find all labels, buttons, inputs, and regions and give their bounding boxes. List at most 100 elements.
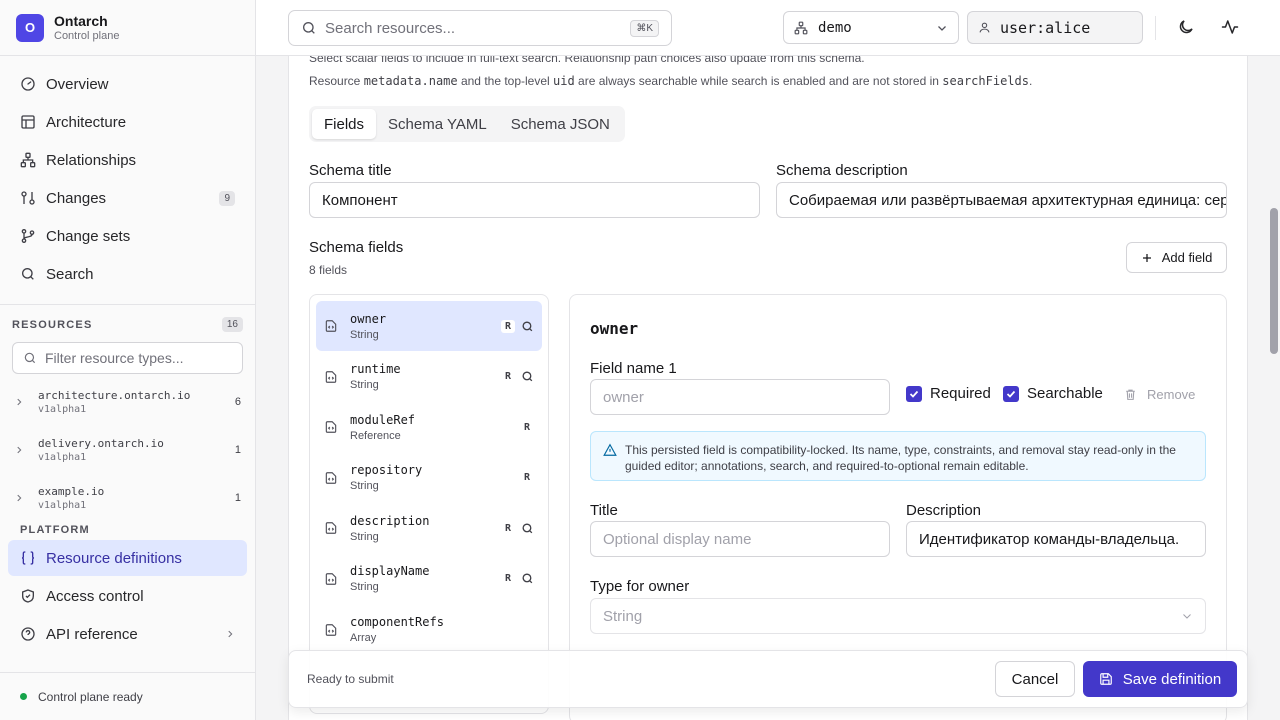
nav-item-relationships[interactable]: Relationships: [8, 142, 247, 178]
context-select[interactable]: demo: [783, 11, 959, 44]
search-icon: [303, 22, 315, 34]
type-label: Type for owner: [590, 578, 690, 595]
nav-item-access-control[interactable]: Access control: [8, 578, 247, 614]
context-value: demo: [818, 19, 852, 36]
search-hint-2: Resource metadata.name and the top-level…: [309, 74, 1032, 88]
tab-fields[interactable]: Fields: [312, 109, 377, 139]
searchable-checkbox[interactable]: Searchable: [1003, 385, 1103, 402]
resource-groups: architecture.ontarch.io v1alpha1 6 deliv…: [0, 378, 255, 522]
field-list-item[interactable]: componentRefs Array: [316, 605, 542, 655]
nav-label: Resource definitions: [46, 549, 182, 567]
nav-item-resource-definitions[interactable]: Resource definitions: [8, 540, 247, 576]
type-select[interactable]: String: [590, 598, 1206, 634]
searchable-label: Searchable: [1027, 385, 1103, 402]
nav-label: Architecture: [46, 113, 127, 131]
brand-subtitle: Control plane: [54, 30, 120, 42]
field-list-item[interactable]: owner String R: [316, 301, 542, 351]
resource-filter-input[interactable]: Filter resource types...: [12, 342, 243, 374]
required-flag: R: [504, 371, 511, 383]
cancel-button[interactable]: Cancel: [995, 661, 1075, 697]
resources-header: RESOURCES 16: [0, 317, 255, 332]
chevron-down-icon: [1183, 614, 1191, 619]
divider: [1155, 16, 1156, 40]
field-type: String: [350, 581, 379, 594]
schema-fields-label: Schema fields: [309, 239, 404, 256]
schema-description-input[interactable]: Собираемая или развёртываемая архитектур…: [776, 182, 1227, 218]
required-flag: R: [523, 421, 530, 433]
group-name: example.io: [38, 485, 105, 498]
nav-label: Access control: [46, 587, 144, 605]
field-list-item[interactable]: runtime String R: [316, 352, 542, 402]
search-placeholder: Search resources...: [325, 19, 456, 37]
file-code-icon: [325, 370, 337, 383]
required-flag: R: [504, 573, 511, 585]
file-code-icon: [325, 623, 337, 636]
tab-schema-yaml[interactable]: Schema YAML: [376, 109, 499, 139]
chevron-down-icon: [938, 25, 946, 31]
search-icon: [522, 320, 533, 331]
sidebar: O Ontarch Control plane Overview Archite…: [0, 0, 256, 720]
title-input[interactable]: Optional display name: [590, 521, 890, 557]
field-type: String: [350, 480, 379, 493]
nav-label: Relationships: [46, 151, 137, 169]
compatibility-notice: This persisted field is compatibility-lo…: [590, 431, 1206, 481]
submit-bar: Ready to submit Cancel Save definition: [288, 650, 1248, 708]
brand[interactable]: O Ontarch Control plane: [0, 0, 255, 56]
resource-group[interactable]: example.io v1alpha1 1: [0, 474, 255, 522]
field-list-item[interactable]: description String R: [316, 503, 542, 553]
page-scrollbar[interactable]: [1270, 208, 1278, 354]
moon-icon[interactable]: [1177, 18, 1195, 36]
field-name-input[interactable]: owner: [590, 379, 890, 415]
field-type: Array: [350, 632, 377, 645]
remove-field-button[interactable]: Remove: [1124, 387, 1195, 402]
nav-item-search[interactable]: Search: [8, 256, 247, 292]
required-checkbox[interactable]: Required: [906, 385, 991, 402]
check-icon: [1006, 390, 1016, 398]
title-label: Title: [590, 502, 618, 519]
schema-description-label: Schema description: [776, 162, 908, 179]
group-version: v1alpha1: [38, 404, 87, 415]
field-type: Reference: [350, 429, 401, 442]
search-hint-1: Select scalar fields to include in full-…: [309, 56, 865, 65]
global-search-input[interactable]: Search resources... ⌘K: [288, 10, 672, 46]
nav-item-changes[interactable]: Changes 9: [8, 180, 247, 216]
activity-icon[interactable]: [1221, 18, 1239, 36]
group-name: delivery.ontarch.io: [38, 437, 164, 450]
required-flag: R: [504, 522, 511, 534]
status-text: Control plane ready: [38, 689, 143, 704]
nav-label: Overview: [46, 75, 109, 93]
field-name-label: Field name 1: [590, 360, 677, 377]
field-type: String: [350, 530, 379, 543]
braces-icon: [21, 551, 35, 565]
layout-icon: [21, 115, 35, 129]
description-input[interactable]: Идентификатор команды-владельца.: [906, 521, 1206, 557]
save-definition-button[interactable]: Save definition: [1083, 661, 1237, 697]
add-field-label: Add field: [1161, 250, 1213, 265]
nav-item-architecture[interactable]: Architecture: [8, 104, 247, 140]
field-list-item[interactable]: moduleRef Reference R: [316, 402, 542, 452]
field-list-item[interactable]: displayName String R: [316, 554, 542, 604]
user-field[interactable]: user:alice: [967, 11, 1143, 44]
field-type: String: [350, 328, 379, 341]
warning-icon: [603, 443, 617, 456]
schema-tabs: Fields Schema YAML Schema JSON: [309, 106, 625, 142]
hint-code: metadata.name: [363, 74, 458, 88]
hint-text: .: [1028, 74, 1033, 88]
nav-item-overview[interactable]: Overview: [8, 66, 247, 102]
user-value: user:alice: [1000, 18, 1091, 37]
help-circle-icon: [21, 627, 35, 641]
search-shortcut: ⌘K: [630, 19, 659, 37]
resource-group[interactable]: delivery.ontarch.io v1alpha1 1: [0, 426, 255, 474]
tab-schema-json[interactable]: Schema JSON: [499, 109, 622, 139]
schema-fields-count: 8 fields: [309, 263, 348, 277]
network-icon: [20, 152, 36, 168]
add-field-button[interactable]: Add field: [1126, 242, 1227, 273]
resource-group[interactable]: architecture.ontarch.io v1alpha1 6: [0, 378, 255, 426]
git-compare-icon: [21, 191, 35, 205]
status-dot: [20, 693, 27, 700]
required-flag: R: [500, 319, 515, 333]
field-list-item[interactable]: repository String R: [316, 453, 542, 503]
nav-item-change-sets[interactable]: Change sets: [8, 218, 247, 254]
nav-item-api-reference[interactable]: API reference: [8, 616, 247, 652]
schema-title-input[interactable]: Компонент: [309, 182, 760, 218]
